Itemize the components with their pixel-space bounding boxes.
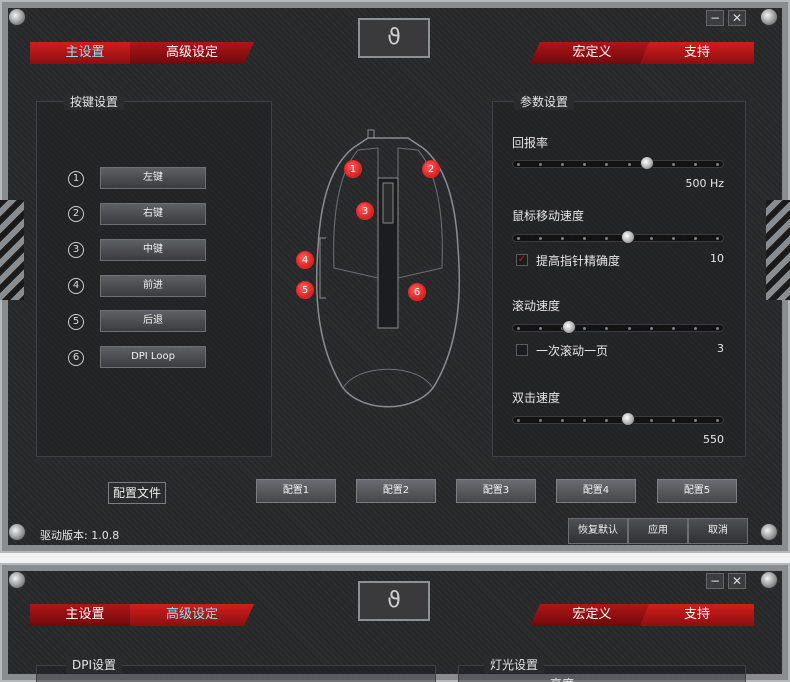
mouse-badge-6: 6 bbox=[408, 283, 426, 301]
tab-main-settings[interactable]: 主设置 bbox=[30, 604, 140, 626]
main-window: − ✕ ϑ 主设置 高级设定 宏定义 支持 按键设置 1 左键 2 右键 3 中… bbox=[0, 0, 790, 553]
page-scroll-checkbox-label: 一次滚动一页 bbox=[536, 344, 609, 358]
tab-main-settings[interactable]: 主设置 bbox=[30, 42, 140, 64]
tab-support[interactable]: 支持 bbox=[640, 42, 754, 64]
double-click-slider[interactable] bbox=[512, 412, 724, 426]
driver-version: 驱动版本: 1.0.8 bbox=[40, 529, 120, 542]
pointer-speed-label: 鼠标移动速度 bbox=[512, 209, 585, 223]
config-1-button[interactable]: 配置1 bbox=[256, 479, 336, 503]
middle-key-button[interactable]: 中键 bbox=[100, 239, 206, 261]
tab-macro[interactable]: 宏定义 bbox=[530, 42, 654, 64]
tab-macro[interactable]: 宏定义 bbox=[530, 604, 654, 626]
mouse-badge-3: 3 bbox=[356, 202, 374, 220]
minimize-button[interactable]: − bbox=[706, 10, 724, 26]
dpi-loop-key-button[interactable]: DPI Loop bbox=[100, 346, 206, 368]
scroll-speed-slider[interactable] bbox=[512, 320, 724, 334]
key-number-4: 4 bbox=[68, 278, 84, 294]
corner-bolt-icon bbox=[760, 571, 778, 589]
precision-checkbox[interactable]: ✓ bbox=[516, 254, 528, 266]
key-number-6: 6 bbox=[68, 350, 84, 366]
report-rate-slider[interactable] bbox=[512, 156, 724, 170]
key-number-5: 5 bbox=[68, 314, 84, 330]
precision-checkbox-label: 提高指针精确度 bbox=[536, 254, 621, 268]
key-settings-title: 按键设置 bbox=[64, 93, 125, 110]
config-4-button[interactable]: 配置4 bbox=[556, 479, 636, 503]
corner-bolt-icon bbox=[8, 571, 26, 589]
tab-advanced-settings[interactable]: 高级设定 bbox=[130, 42, 254, 64]
double-click-value: 550 bbox=[703, 433, 724, 446]
mouse-badge-5: 5 bbox=[296, 281, 314, 299]
config-5-button[interactable]: 配置5 bbox=[657, 479, 737, 503]
light-settings-title: 灯光设置 bbox=[484, 656, 545, 673]
close-button[interactable]: ✕ bbox=[728, 10, 746, 26]
params-title: 参数设置 bbox=[514, 93, 575, 110]
report-rate-value: 500 Hz bbox=[685, 177, 724, 190]
dragon-logo-icon: ϑ bbox=[358, 18, 430, 58]
profile-file-button[interactable]: 配置文件 bbox=[108, 482, 167, 504]
right-key-button[interactable]: 右键 bbox=[100, 203, 206, 225]
tab-support[interactable]: 支持 bbox=[640, 604, 754, 626]
left-key-button[interactable]: 左键 bbox=[100, 167, 206, 189]
report-rate-label: 回报率 bbox=[512, 136, 549, 150]
tab-advanced-settings[interactable]: 高级设定 bbox=[130, 604, 254, 626]
forward-key-button[interactable]: 前进 bbox=[100, 275, 206, 297]
side-stripes-left bbox=[0, 200, 24, 300]
double-click-label: 双击速度 bbox=[512, 391, 561, 405]
page-scroll-checkbox[interactable] bbox=[516, 344, 528, 356]
apply-button[interactable]: 应用 bbox=[628, 518, 688, 544]
pointer-speed-slider[interactable] bbox=[512, 230, 724, 244]
key-number-1: 1 bbox=[68, 171, 84, 187]
config-2-button[interactable]: 配置2 bbox=[356, 479, 436, 503]
mouse-diagram bbox=[315, 129, 461, 408]
key-number-2: 2 bbox=[68, 206, 84, 222]
pointer-speed-value: 10 bbox=[710, 252, 724, 265]
corner-bolt-icon bbox=[8, 8, 26, 26]
slider-knob[interactable] bbox=[620, 412, 635, 426]
dragon-logo-icon: ϑ bbox=[358, 581, 430, 621]
brightness-label: 亮度 bbox=[550, 675, 574, 682]
advanced-window: − ✕ ϑ 主设置 高级设定 宏定义 支持 DPI设置 灯光设置 亮度 bbox=[0, 563, 790, 682]
back-key-button[interactable]: 后退 bbox=[100, 310, 206, 332]
cancel-button[interactable]: 取消 bbox=[688, 518, 748, 544]
mouse-badge-2: 2 bbox=[422, 160, 440, 178]
corner-bolt-icon bbox=[760, 8, 778, 26]
close-button[interactable]: ✕ bbox=[728, 573, 746, 589]
mouse-badge-4: 4 bbox=[296, 251, 314, 269]
dpi-settings-title: DPI设置 bbox=[66, 656, 123, 673]
config-3-button[interactable]: 配置3 bbox=[456, 479, 536, 503]
minimize-button[interactable]: − bbox=[706, 573, 724, 589]
corner-bolt-icon bbox=[8, 523, 26, 541]
slider-knob[interactable] bbox=[562, 320, 576, 334]
slider-knob[interactable] bbox=[640, 156, 655, 170]
corner-bolt-icon bbox=[760, 523, 778, 541]
slider-knob[interactable] bbox=[620, 230, 635, 244]
restore-default-button[interactable]: 恢复默认 bbox=[568, 518, 628, 544]
scroll-speed-value: 3 bbox=[717, 342, 724, 355]
mouse-badge-1: 1 bbox=[344, 160, 362, 178]
side-stripes-right bbox=[766, 200, 790, 300]
key-number-3: 3 bbox=[68, 242, 84, 258]
scroll-speed-label: 滚动速度 bbox=[512, 299, 561, 313]
